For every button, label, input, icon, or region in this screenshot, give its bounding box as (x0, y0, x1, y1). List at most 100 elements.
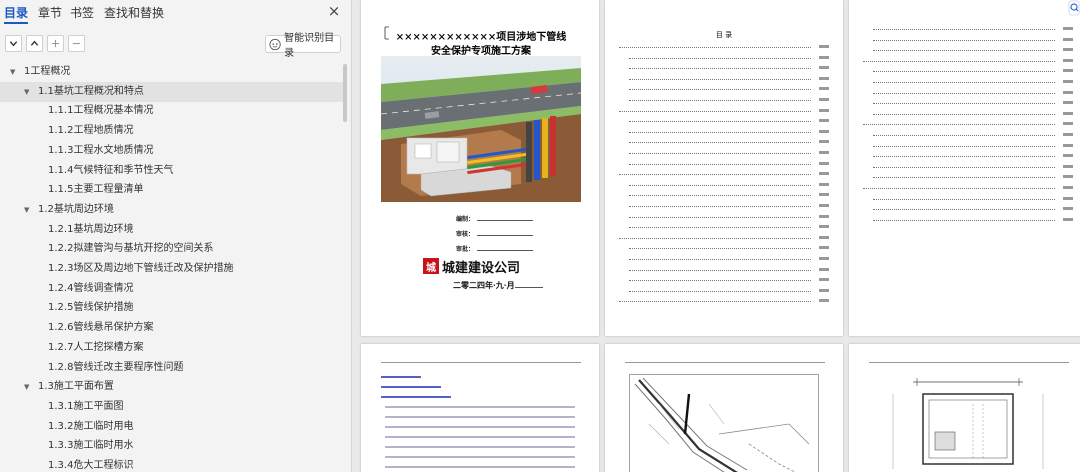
toc-item[interactable]: 1.1.3工程水文地质情况 (0, 141, 344, 161)
toc-item[interactable]: 1.2.8管线迁改主要程序性问题 (0, 358, 344, 378)
toc-entry-page-number (1063, 217, 1073, 221)
toc-item[interactable]: 1.3.2施工临时用电 (0, 417, 344, 437)
cover-field-review: 审核： (456, 229, 534, 238)
toc-entry-page-number (819, 246, 829, 250)
toc-entry-page-number (1063, 133, 1073, 136)
toc-item-label: 1.1.1工程概况基本情况 (48, 105, 154, 117)
add-heading-button[interactable] (47, 35, 64, 52)
toc-scrollbar[interactable] (343, 64, 347, 122)
toc-item[interactable]: 1.2.3场区及周边地下管线迁改及保护措施 (0, 259, 344, 279)
tree-toggle-icon[interactable]: ▼ (24, 200, 29, 220)
page-toc-1[interactable]: 目 录 (605, 0, 843, 336)
tree-toggle-icon[interactable]: ▼ (24, 377, 29, 397)
tree-toggle-icon[interactable]: ▼ (10, 62, 15, 82)
cover-field-compile: 编制： (456, 214, 534, 223)
company-logo: 城 城建建设公司 (423, 256, 543, 276)
collapse-button[interactable] (5, 35, 22, 52)
toc-entry-line (873, 92, 1055, 94)
toc-entry-line (629, 216, 811, 218)
toc-entry-line (873, 219, 1055, 221)
body-text-line (385, 406, 575, 408)
page-plan-drawing[interactable] (605, 344, 843, 472)
toc-item-label: 1.2.3场区及周边地下管线迁改及保护措施 (48, 263, 234, 274)
toc-item[interactable]: ▼ 1.2基坑周边环境 (0, 200, 344, 220)
body-text-line (385, 426, 575, 428)
toc-entry-line (873, 134, 1055, 136)
toc-entry-line (873, 28, 1055, 30)
toc-entry-page-number (819, 76, 829, 80)
tab-toc[interactable]: 目录 (4, 4, 28, 21)
body-text-line (385, 436, 575, 438)
chevron-up-icon (30, 40, 39, 46)
cover-date: 二零二四年·九·月 (453, 280, 543, 291)
smart-recognize-toc-button[interactable]: 智能识别目录 (265, 33, 341, 59)
toc-entry-page-number (1063, 37, 1073, 41)
toc-item[interactable]: 1.1.1工程概况基本情况 (0, 101, 344, 121)
toc-item[interactable]: 1.2.2拟建管沟与基坑开挖的空间关系 (0, 239, 344, 259)
toc-item[interactable]: 1.1.5主要工程量清单 (0, 180, 344, 200)
toc-entry-line (629, 152, 811, 154)
toc-entry-page-number (819, 267, 829, 271)
toc-entry-line (629, 120, 811, 123)
navigation-pane: 目录 章节 书签 查找和替换 × 智能识别目录 ▼ 1工程概况 ▼ 1.1基坑工… (0, 0, 352, 472)
toc-item[interactable]: ▼ 1.3施工平面布置 (0, 377, 344, 397)
toc-entry-page-number (819, 204, 829, 207)
expand-button[interactable] (26, 35, 43, 52)
tab-find-replace[interactable]: 查找和替换 (104, 4, 164, 21)
minus-icon (72, 42, 81, 45)
toc-item[interactable]: 1.3.1施工平面图 (0, 397, 344, 417)
body-text-line (381, 376, 421, 378)
remove-heading-button[interactable] (68, 35, 85, 52)
page-toc-2[interactable] (849, 0, 1080, 336)
app-window: 目录 章节 书签 查找和替换 × 智能识别目录 ▼ 1工程概况 ▼ 1.1基坑工… (0, 0, 1080, 472)
chevron-down-icon (9, 41, 18, 47)
tab-bookmarks[interactable]: 书签 (70, 4, 94, 21)
close-pane-button[interactable]: × (326, 3, 342, 19)
side-panel-icon[interactable] (1068, 0, 1080, 16)
toc-entry-page-number (1063, 175, 1073, 179)
toc-item[interactable]: ▼ 1工程概况 (0, 62, 344, 82)
toc-entry-page-number (819, 161, 829, 165)
toc-item[interactable]: ▼ 1.1基坑工程概况和特点 (0, 81, 344, 102)
toc-item[interactable]: 1.2.5管线保护措施 (0, 298, 344, 318)
toc-entry-page-number (819, 214, 829, 218)
tree-toggle-icon[interactable]: ▼ (24, 82, 29, 102)
toc-entry-page-number (1063, 80, 1073, 83)
toc-item-label: 1.3.4危大工程标识 (48, 460, 134, 471)
toc-item[interactable]: 1.2.4管线调查情况 (0, 279, 344, 299)
toc-entry-page-number (1063, 27, 1073, 30)
body-text-line (385, 446, 575, 448)
toc-item[interactable]: 1.3.3施工临时用水 (0, 436, 344, 456)
toc-entry-line (629, 258, 811, 260)
toc-item[interactable]: 1.1.2工程地质情况 (0, 121, 344, 141)
page-cover[interactable]: ××××××××××××项目涉地下管线 安全保护专项施工方案 编制： 审核： 审… (361, 0, 599, 336)
page-header-rule (381, 362, 581, 363)
page-section-drawing[interactable] (849, 344, 1080, 472)
toc-entry-page-number (819, 55, 829, 59)
toc-entry-line (629, 226, 811, 229)
active-tab-indicator (4, 22, 28, 24)
toc-item-label: 1.2.4管线调查情况 (48, 282, 134, 294)
toc-item-label: 1.3.3施工临时用水 (48, 440, 134, 452)
toc-entry-page-number (819, 288, 829, 292)
toc-entry-page-number (819, 225, 829, 229)
cover-title-line2: 安全保护专项施工方案 (431, 46, 531, 57)
toc-entry-page-number (819, 108, 829, 112)
toc-item-label: 1工程概况 (24, 66, 71, 77)
toc-entry-line (629, 269, 811, 271)
toc-entry-page-number (819, 278, 829, 282)
toc-item[interactable]: 1.2.7人工挖探槽方案 (0, 338, 344, 358)
document-area: ××××××××××××项目涉地下管线 安全保护专项施工方案 编制： 审核： 审… (353, 0, 1080, 472)
toc-entry-line (629, 141, 811, 144)
page-body-text[interactable] (361, 344, 599, 472)
robot-icon (269, 38, 281, 50)
tab-chapters[interactable]: 章节 (38, 4, 62, 21)
toc-item-label: 1.1基坑工程概况和特点 (38, 85, 144, 97)
toc-entry-line (629, 184, 811, 186)
toc-item[interactable]: 1.3.4危大工程标识 (0, 456, 344, 472)
toc-item[interactable]: 1.2.6管线悬吊保护方案 (0, 318, 344, 338)
toc-item[interactable]: 1.1.4气候特征和季节性天气 (0, 161, 344, 181)
toc-entry-line (629, 163, 811, 165)
toc-item[interactable]: 1.2.1基坑周边环境 (0, 220, 344, 240)
toc-entry-line (629, 205, 811, 207)
